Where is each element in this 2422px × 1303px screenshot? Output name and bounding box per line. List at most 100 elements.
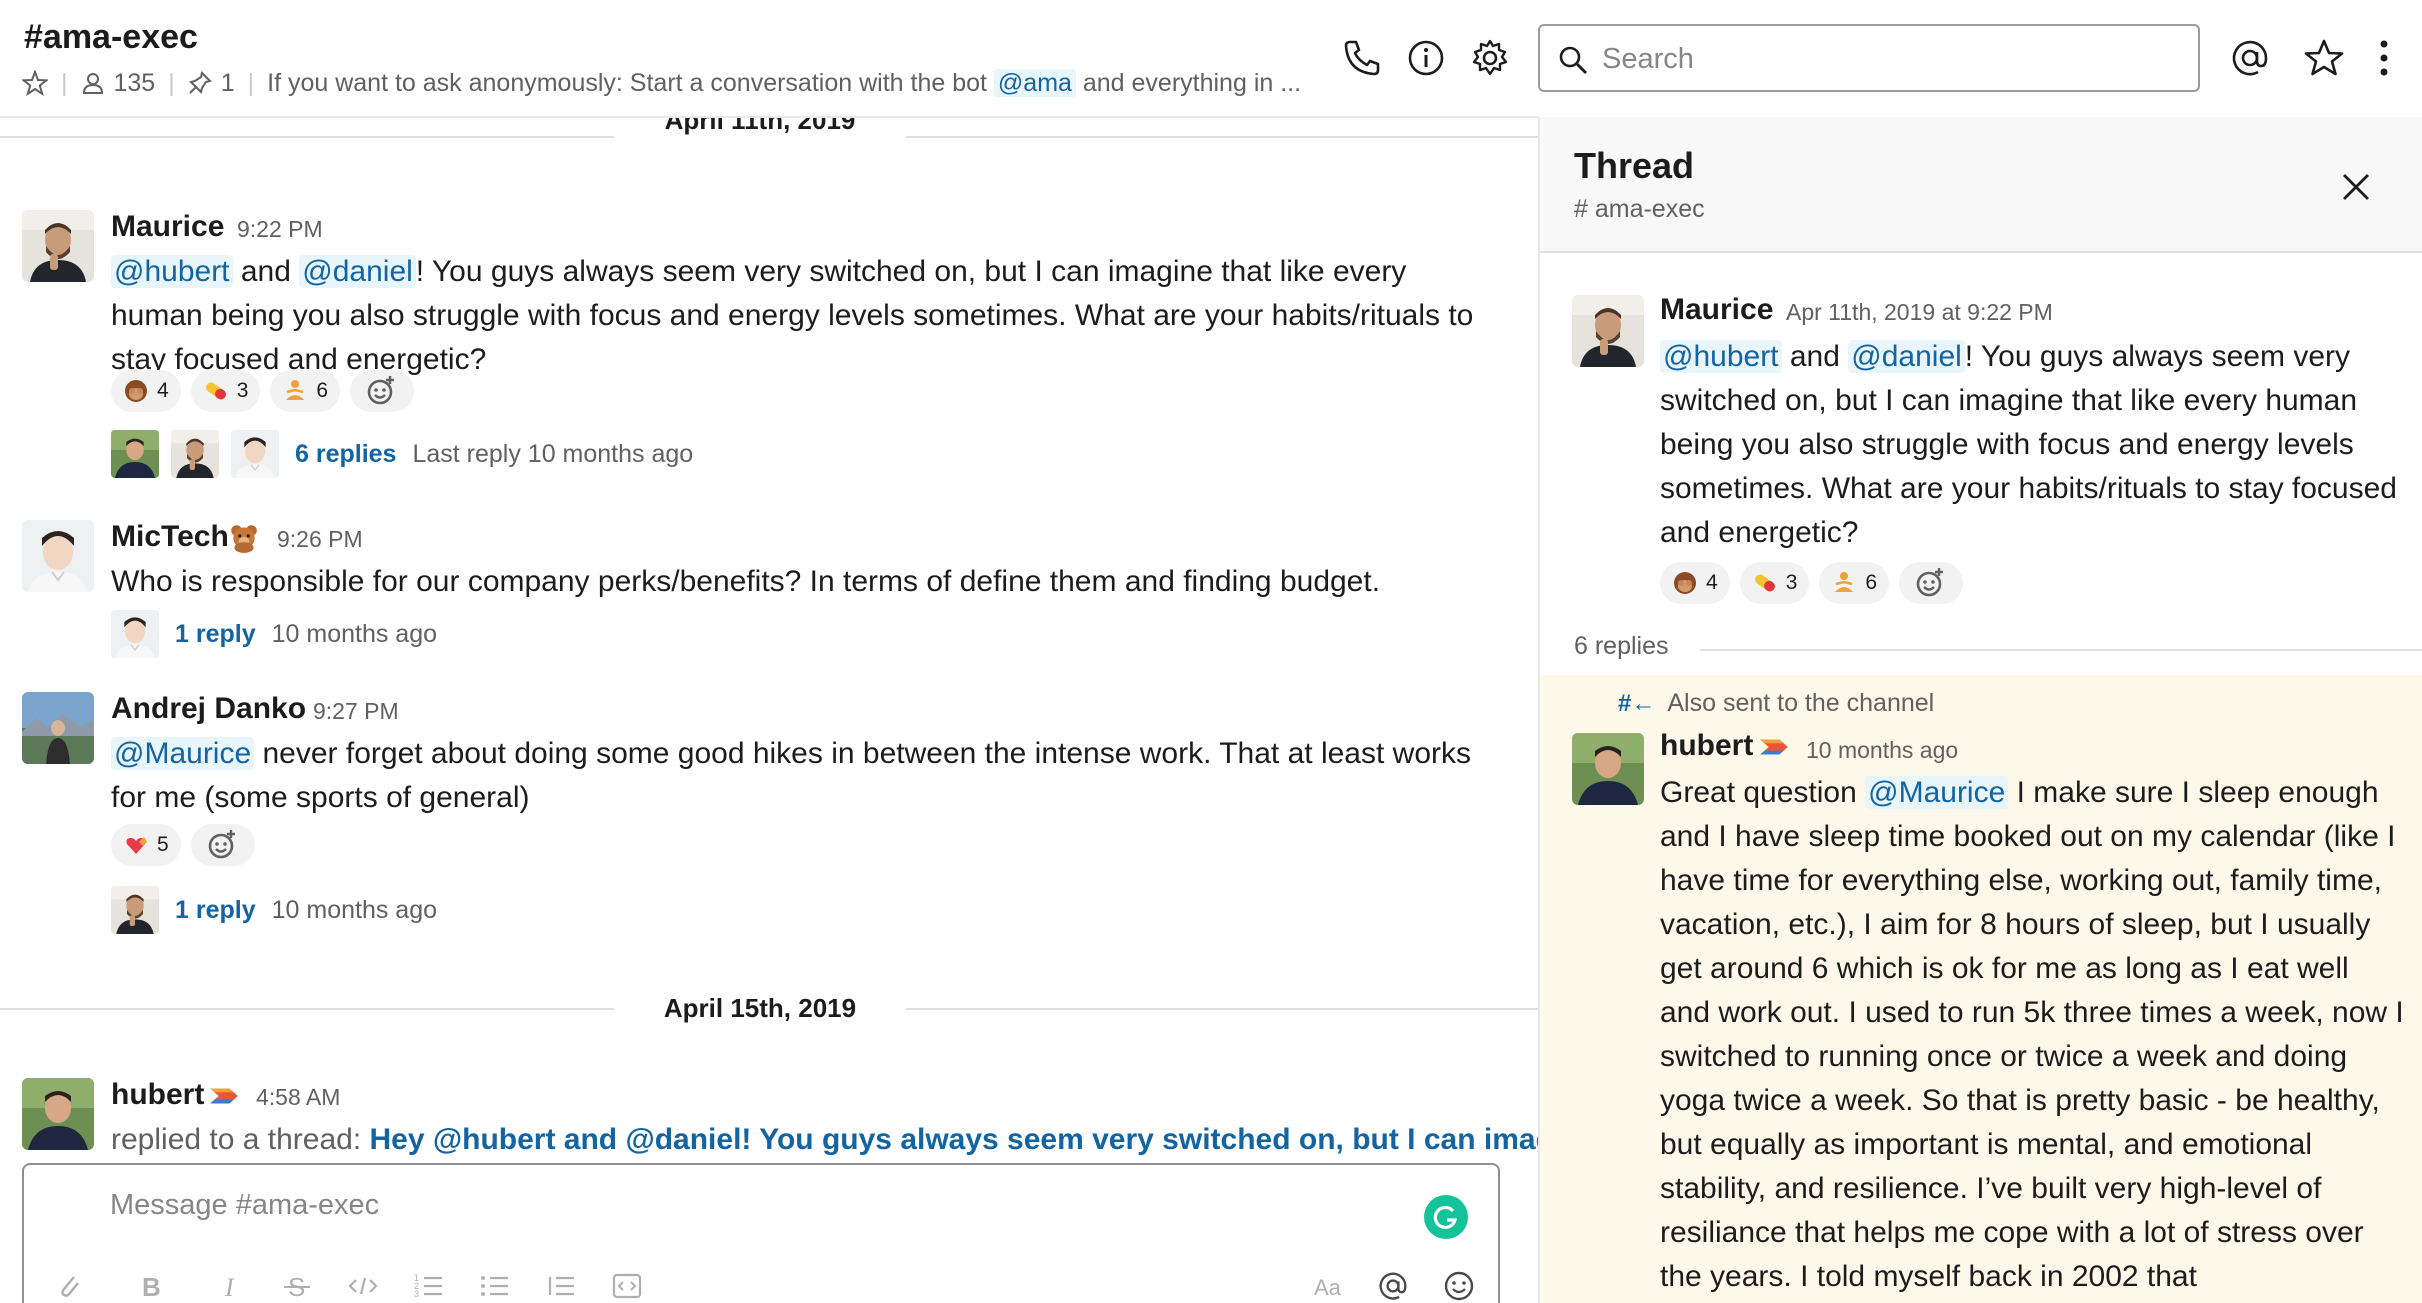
channel-settings-button[interactable] xyxy=(1468,36,1512,80)
font-icon: Aa xyxy=(1314,1275,1342,1300)
more-vertical-icon xyxy=(2380,40,2388,76)
thread-summary[interactable]: 1 reply 10 months ago xyxy=(111,886,437,934)
sender-name[interactable]: hubert xyxy=(111,1078,204,1112)
topic-mention[interactable]: @ama xyxy=(993,68,1076,97)
emoji-button[interactable] xyxy=(1442,1269,1476,1303)
monkey-emoji-icon xyxy=(123,378,149,404)
mention[interactable]: @Maurice xyxy=(111,737,255,770)
code-button[interactable] xyxy=(346,1269,380,1303)
channel-name[interactable]: #ama-exec xyxy=(24,18,198,57)
day-label[interactable]: April 15th, 2019 xyxy=(614,990,906,1026)
reaction-monkey[interactable]: 4 xyxy=(1660,562,1730,604)
thread-header: Thread # ama-exec xyxy=(1540,117,2422,253)
sender-name[interactable]: hubert xyxy=(1660,729,1753,763)
topic-text: If you want to ask anonymously: Start a … xyxy=(267,68,994,97)
timestamp[interactable]: 9:22 PM xyxy=(237,216,323,243)
mention[interactable]: @hubert xyxy=(1660,340,1782,373)
thread-link[interactable]: Hey @hubert and @daniel! You guys always… xyxy=(370,1123,1538,1156)
add-reaction-button[interactable] xyxy=(190,824,255,866)
grammarly-icon[interactable] xyxy=(1424,1195,1468,1239)
mention-button[interactable] xyxy=(1376,1269,1410,1303)
channel-header: #ama-exec | 135 | 1 | If you want to ask… xyxy=(0,0,2422,117)
avatar[interactable] xyxy=(1572,733,1644,805)
bold-button[interactable]: B xyxy=(134,1269,168,1303)
message-text: replied to a thread: Hey @hubert and @da… xyxy=(111,1118,1538,1162)
timestamp[interactable]: 9:26 PM xyxy=(277,526,363,553)
last-reply-time: 10 months ago xyxy=(271,895,438,924)
reaction-monkey[interactable]: 4 xyxy=(111,370,181,412)
parent-message-text: @hubert and @daniel! You guys always see… xyxy=(1660,335,2400,555)
members-button[interactable]: 135 xyxy=(81,69,155,98)
text-fragment: and xyxy=(1781,340,1849,373)
thread-channel-link[interactable]: # ama-exec xyxy=(1574,195,1705,224)
call-button[interactable] xyxy=(1340,36,1384,80)
slack-window: #ama-exec | 135 | 1 | If you want to ask… xyxy=(0,0,2422,1303)
grammarly-logo xyxy=(1433,1205,1458,1230)
close-thread-button[interactable] xyxy=(2334,165,2378,209)
quote-button[interactable] xyxy=(544,1269,578,1303)
bulleted-list-button[interactable] xyxy=(478,1269,512,1303)
mentions-button[interactable] xyxy=(2228,36,2272,80)
close-icon xyxy=(2343,174,2369,200)
reaction-hearts[interactable]: 5 xyxy=(111,824,181,866)
channel-topic[interactable]: If you want to ask anonymously: Start a … xyxy=(267,68,1301,98)
teddy-bear-icon xyxy=(228,522,260,554)
channel-details-button[interactable] xyxy=(1404,36,1448,80)
reaction-pill[interactable]: 3 xyxy=(1739,562,1810,604)
mention[interactable]: @daniel xyxy=(299,255,416,288)
reply-count-link[interactable]: 1 reply xyxy=(175,896,256,925)
thread-summary[interactable]: 1 reply 10 months ago xyxy=(111,610,437,658)
sender-name[interactable]: Andrej Danko xyxy=(111,692,306,726)
message-input[interactable] xyxy=(110,1189,1390,1233)
timestamp[interactable]: 4:58 AM xyxy=(256,1084,340,1111)
bullet-list-icon xyxy=(481,1276,508,1296)
reactions-bar: 4 3 6 xyxy=(111,370,415,412)
pins-button[interactable]: 1 xyxy=(188,69,235,98)
day-label[interactable]: April 11th, 2019 xyxy=(614,118,906,138)
search-input[interactable] xyxy=(1602,40,2182,78)
attach-button[interactable] xyxy=(52,1269,86,1303)
add-reaction-button[interactable] xyxy=(1899,562,1964,604)
reactions-bar: 4 3 6 xyxy=(1660,562,1964,604)
ordered-list-button[interactable]: 123 xyxy=(412,1269,446,1303)
italic-button[interactable]: I xyxy=(214,1269,248,1303)
svg-text:3: 3 xyxy=(414,1289,419,1299)
strikethrough-button[interactable]: S xyxy=(280,1269,314,1303)
reaction-yoga[interactable]: 6 xyxy=(270,370,341,412)
strikethrough-icon: S xyxy=(284,1272,310,1302)
mention[interactable]: @hubert xyxy=(111,255,233,288)
avatar[interactable] xyxy=(1572,295,1644,367)
avatar[interactable] xyxy=(22,1078,94,1150)
avatar[interactable] xyxy=(22,692,94,764)
info-icon xyxy=(1408,40,1444,76)
sender-name[interactable]: MicTech xyxy=(111,520,229,554)
more-options-button[interactable] xyxy=(2362,36,2406,80)
code-block-button[interactable] xyxy=(610,1269,644,1303)
thread-summary[interactable]: 6 replies Last reply 10 months ago xyxy=(111,430,693,478)
sender-name[interactable]: Maurice xyxy=(1660,293,1773,327)
reply-count-link[interactable]: 1 reply xyxy=(175,620,256,649)
add-reaction-button[interactable] xyxy=(350,370,415,412)
starred-items-button[interactable] xyxy=(2302,36,2346,80)
message-text: @Maurice never forget about doing some g… xyxy=(111,732,1491,820)
mention[interactable]: @Maurice xyxy=(1865,776,2009,809)
message-composer[interactable]: B I S 123 Aa xyxy=(22,1163,1500,1303)
timestamp[interactable]: 10 months ago xyxy=(1806,737,1958,764)
sender-name[interactable]: Maurice xyxy=(111,210,224,244)
reaction-pill[interactable]: 3 xyxy=(190,370,261,412)
timestamp[interactable]: Apr 11th, 2019 at 9:22 PM xyxy=(1786,299,2053,326)
timestamp[interactable]: 9:27 PM xyxy=(313,698,399,725)
avatar[interactable] xyxy=(22,520,94,592)
hearts-emoji-icon xyxy=(123,832,149,858)
star-channel-button[interactable] xyxy=(22,70,48,96)
reaction-yoga[interactable]: 6 xyxy=(1819,562,1890,604)
avatar[interactable] xyxy=(22,210,94,282)
arrow-emoji-icon xyxy=(208,1080,240,1112)
reaction-count: 5 xyxy=(157,833,169,856)
text-format-button[interactable]: Aa xyxy=(1312,1269,1346,1303)
mention[interactable]: @daniel xyxy=(1848,340,1965,373)
reaction-count: 6 xyxy=(1865,571,1878,594)
message-list[interactable]: April 11th, 2019 Maurice 9:22 PM @hubert… xyxy=(0,118,1538,1163)
search-box[interactable] xyxy=(1538,24,2200,92)
reply-count-link[interactable]: 6 replies xyxy=(295,440,396,469)
